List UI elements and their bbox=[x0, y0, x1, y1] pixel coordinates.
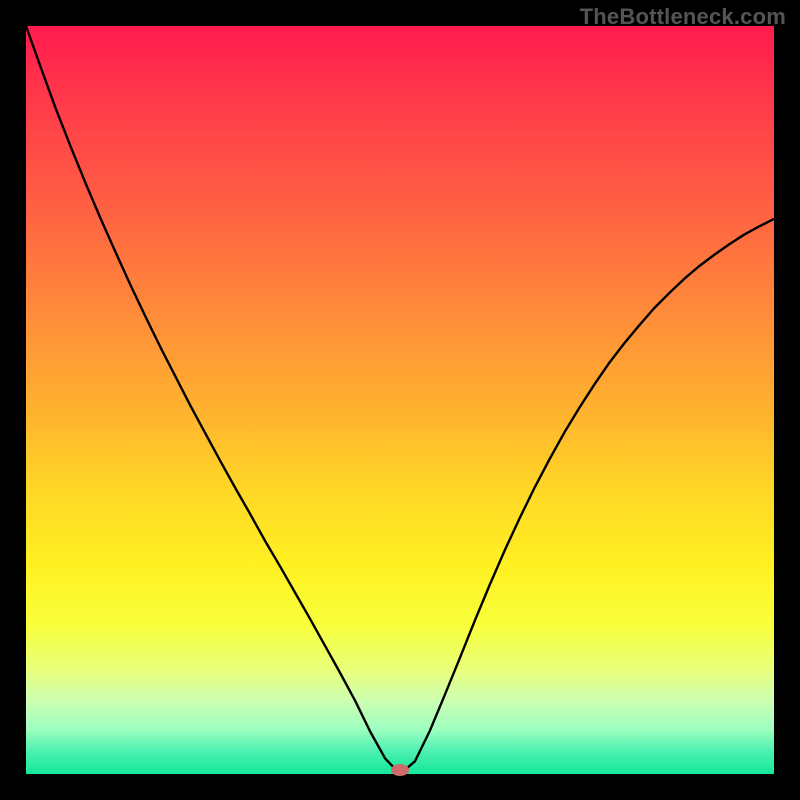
minimum-marker bbox=[391, 764, 409, 776]
plot-area bbox=[26, 26, 774, 774]
chart-frame: TheBottleneck.com bbox=[0, 0, 800, 800]
bottleneck-curve bbox=[26, 26, 774, 774]
chart-svg bbox=[26, 26, 774, 774]
